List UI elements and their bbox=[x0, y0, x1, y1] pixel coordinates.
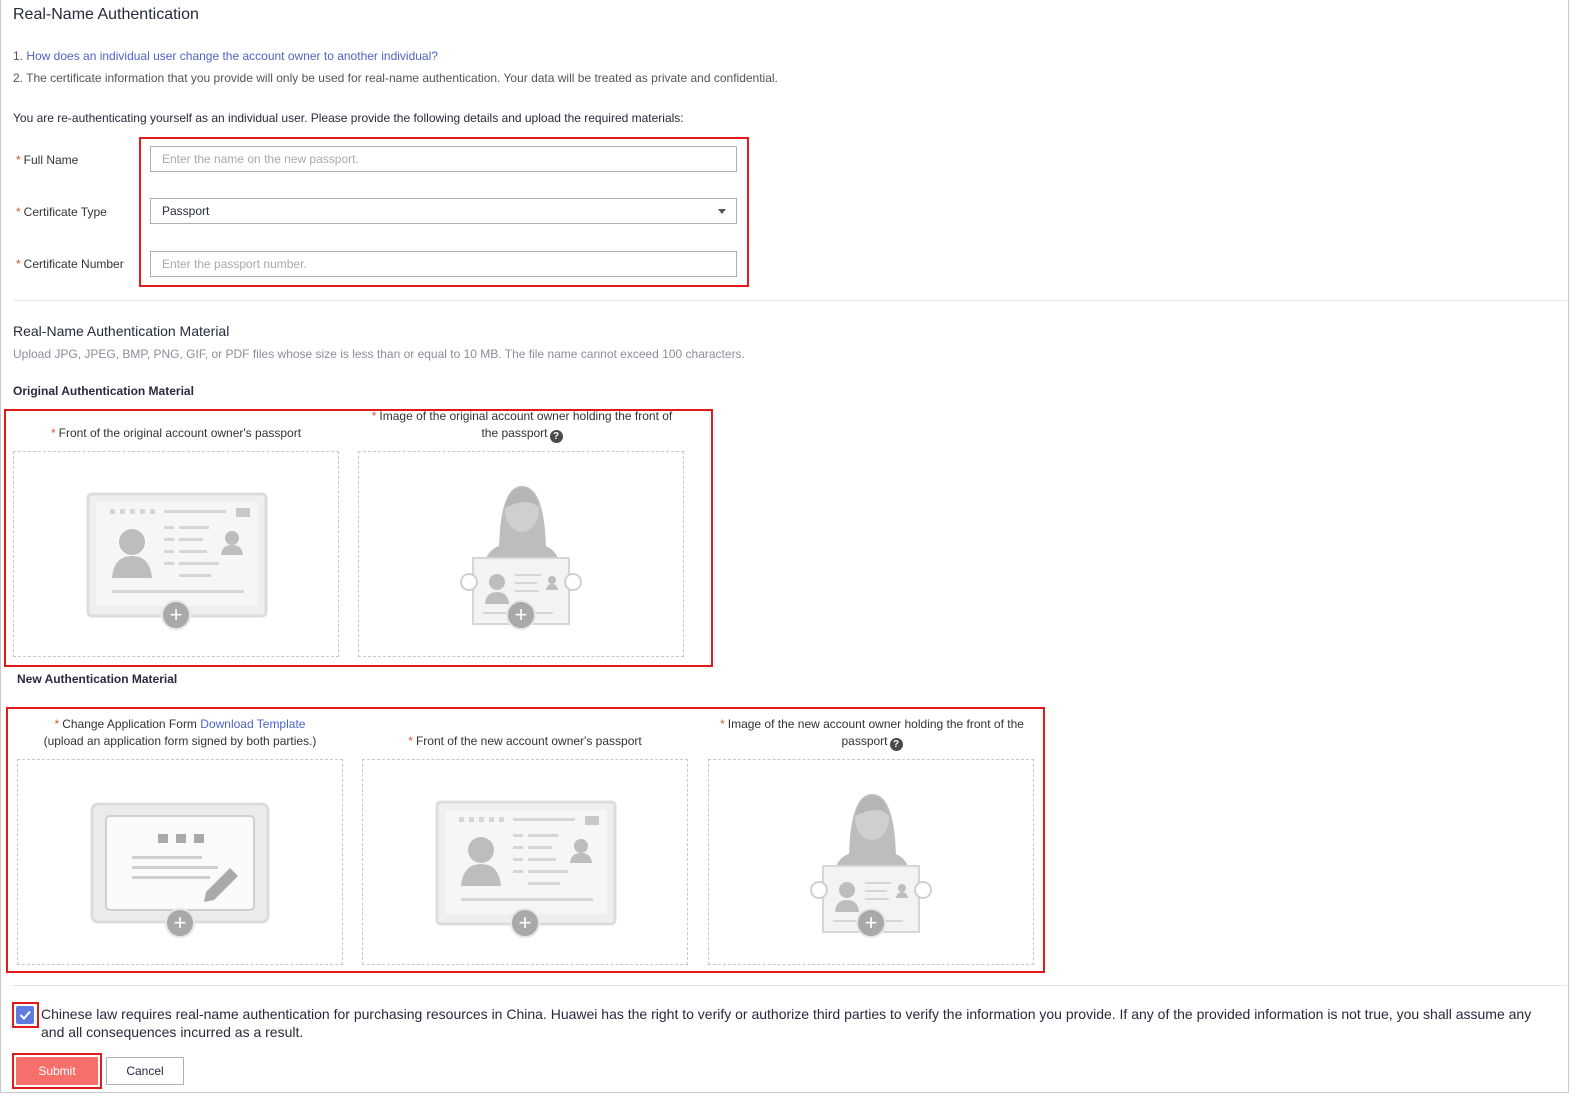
cancel-button[interactable]: Cancel bbox=[106, 1057, 184, 1085]
certificate-type-label: * Certificate Type bbox=[16, 205, 107, 219]
highlight-box-submit bbox=[12, 1053, 102, 1089]
material-hint: Upload JPG, JPEG, BMP, PNG, GIF, or PDF … bbox=[13, 347, 745, 361]
change-owner-help-link[interactable]: How does an individual user change the a… bbox=[26, 49, 438, 63]
note-2: 2. The certificate information that you … bbox=[13, 71, 778, 85]
required-mark: * bbox=[16, 153, 21, 167]
required-mark: * bbox=[16, 257, 21, 271]
highlight-box-new-material bbox=[6, 707, 1045, 973]
material-heading: Real-Name Authentication Material bbox=[13, 323, 230, 339]
full-name-label: * Full Name bbox=[16, 153, 78, 167]
highlight-box-original-material bbox=[4, 409, 713, 667]
required-mark: * bbox=[16, 205, 21, 219]
section-divider bbox=[13, 300, 1567, 301]
certificate-number-label-text: Certificate Number bbox=[23, 257, 124, 271]
highlight-box-checkbox bbox=[12, 1002, 39, 1028]
certificate-type-label-text: Certificate Type bbox=[23, 205, 107, 219]
intro-text: You are re-authenticating yourself as an… bbox=[13, 111, 684, 125]
new-material-heading: New Authentication Material bbox=[17, 672, 178, 686]
section-divider bbox=[13, 985, 1567, 986]
certificate-number-label: * Certificate Number bbox=[16, 257, 124, 271]
agreement-text: Chinese law requires real-name authentic… bbox=[41, 1006, 1532, 1040]
note-1: 1. How does an individual user change th… bbox=[13, 49, 438, 63]
full-name-label-text: Full Name bbox=[23, 153, 79, 167]
highlight-box-fields bbox=[139, 137, 749, 287]
original-material-heading: Original Authentication Material bbox=[13, 384, 194, 398]
note-1-number: 1. bbox=[13, 49, 27, 63]
page-title: Real-Name Authentication bbox=[13, 6, 199, 23]
